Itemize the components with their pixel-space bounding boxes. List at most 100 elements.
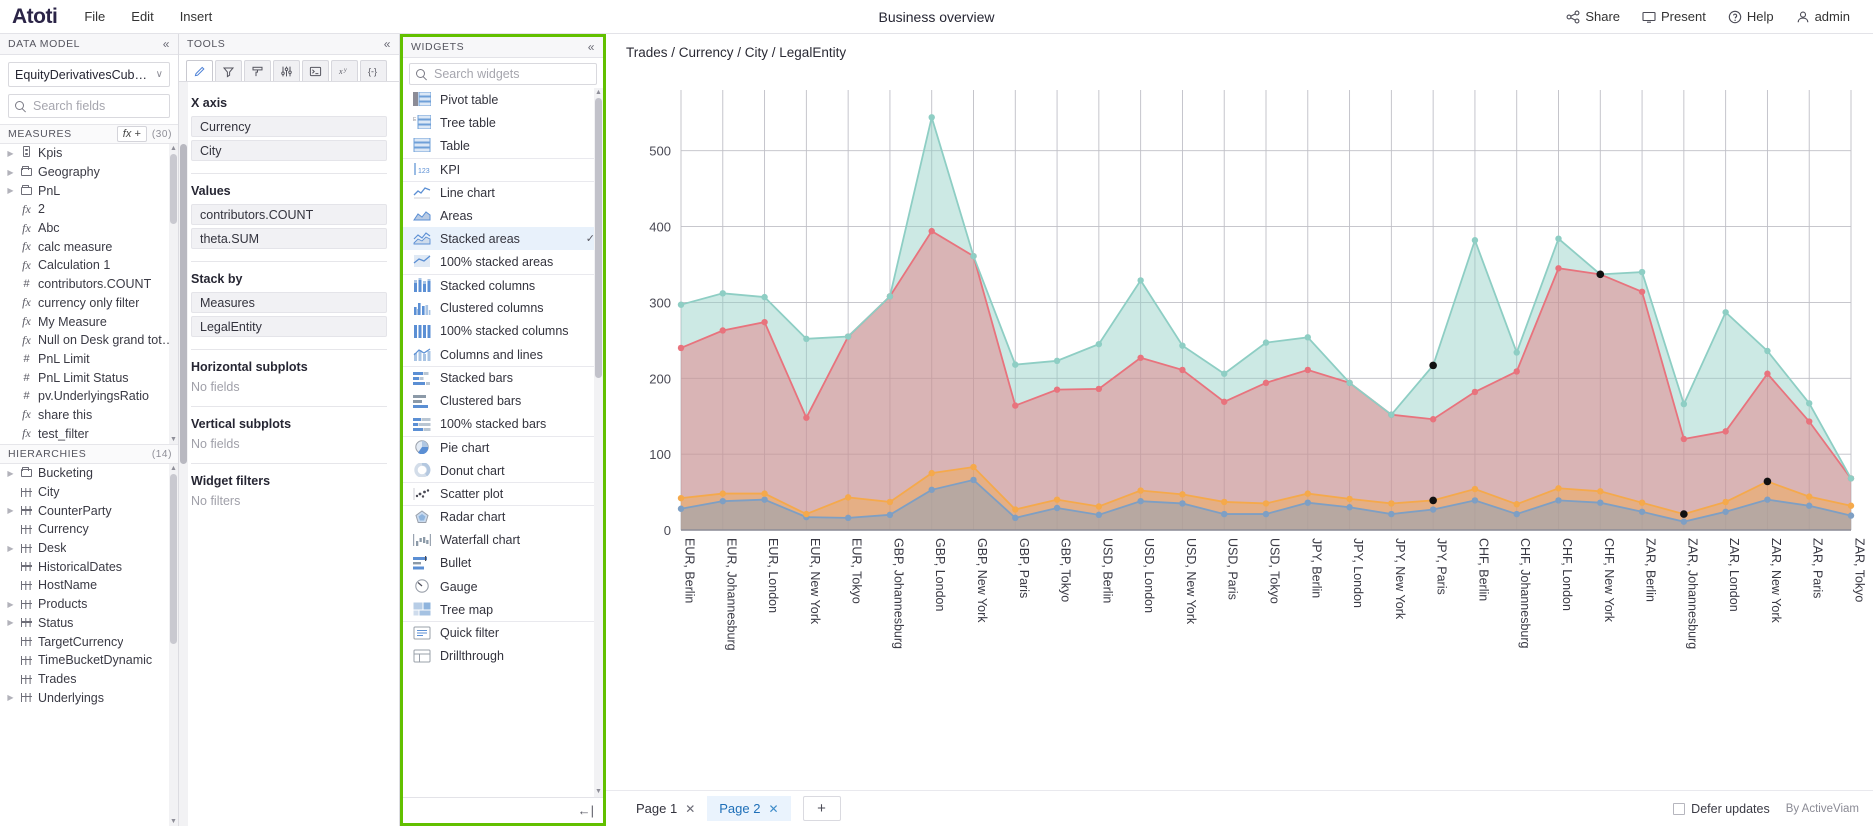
widget-item[interactable]: Pivot table (403, 88, 603, 111)
widget-item[interactable]: Clustered columns (403, 297, 603, 320)
close-icon[interactable]: ✕ (768, 802, 778, 816)
widget-item[interactable]: Stacked areas ✓ (403, 227, 603, 251)
field-chip[interactable]: Measures (191, 292, 387, 313)
measures-scrollbar-track[interactable]: ▲ ▼ (169, 144, 178, 444)
hierarchies-scrollbar-track[interactable]: ▲ ▼ (169, 464, 178, 826)
measure-item[interactable]: fx test_filter (0, 424, 178, 443)
widget-item[interactable]: Table (403, 134, 603, 157)
hierarchy-item[interactable]: ▶ Desk (0, 539, 178, 558)
close-icon[interactable]: ✕ (685, 802, 695, 816)
widget-item[interactable]: 123 KPI (403, 157, 603, 181)
menu-edit[interactable]: Edit (118, 0, 166, 34)
share-button[interactable]: Share (1555, 0, 1631, 34)
measure-item[interactable]: # PnL Limit Status (0, 368, 178, 387)
widget-item[interactable]: Line chart (403, 180, 603, 204)
widget-item[interactable]: Areas (403, 204, 603, 227)
page-tab-1[interactable]: Page 1 ✕ (624, 796, 707, 821)
checkbox-icon[interactable] (1673, 802, 1686, 815)
scroll-up-icon[interactable]: ▲ (169, 464, 178, 473)
user-menu-button[interactable]: admin (1785, 0, 1861, 34)
expand-arrow-icon[interactable]: ▶ (6, 693, 15, 702)
field-chip[interactable]: Currency (191, 116, 387, 137)
hierarchy-item[interactable]: ▶ Status (0, 614, 178, 633)
expand-arrow-icon[interactable]: ▶ (6, 600, 15, 609)
collapse-widgets-button[interactable]: « (588, 41, 595, 53)
measure-item[interactable]: ▶ Kpis (0, 144, 178, 163)
add-measure-button[interactable]: fx + (116, 126, 147, 142)
measure-item[interactable]: ▶ Geography (0, 163, 178, 182)
widgets-search-box[interactable] (409, 63, 597, 85)
collapse-data-model-button[interactable]: « (163, 38, 170, 50)
widget-item[interactable]: Pie chart (403, 435, 603, 459)
hierarchy-item[interactable]: HostName (0, 576, 178, 595)
hierarchy-item[interactable]: TimeBucketDynamic (0, 651, 178, 670)
search-fields-input[interactable] (31, 98, 163, 114)
search-fields-box[interactable] (8, 94, 170, 118)
widget-item[interactable]: 100% stacked areas (403, 250, 603, 273)
widget-item[interactable]: 100% stacked bars (403, 413, 603, 436)
measure-item[interactable]: fx 2 (0, 200, 178, 219)
tools-scrollbar-thumb[interactable] (180, 144, 187, 464)
hierarchies-scrollbar-thumb[interactable] (170, 474, 177, 644)
present-button[interactable]: Present (1631, 0, 1717, 34)
measure-item[interactable]: fx Abc (0, 219, 178, 238)
tools-scrollbar-track[interactable] (179, 82, 188, 826)
widget-item[interactable]: Quick filter (403, 621, 603, 644)
expression-tab[interactable]: {-} (360, 60, 387, 81)
hierarchy-item[interactable]: Trades (0, 670, 178, 689)
widget-item[interactable]: Bullet (403, 552, 603, 575)
hierarchy-item[interactable]: City (0, 483, 178, 502)
widget-item[interactable]: 100% stacked columns (403, 320, 603, 343)
widget-item[interactable]: Waterfall chart (403, 529, 603, 552)
field-chip[interactable]: contributors.COUNT (191, 204, 387, 225)
widget-item[interactable]: Stacked columns (403, 273, 603, 297)
widget-item[interactable]: Radar chart (403, 505, 603, 528)
expand-arrow-icon[interactable]: ▶ (6, 168, 15, 177)
expand-arrow-icon[interactable]: ▶ (6, 186, 15, 195)
scroll-down-icon[interactable]: ▼ (169, 435, 178, 444)
measure-item[interactable]: # pv.UnderlyingsRatio (0, 387, 178, 406)
hierarchy-item[interactable]: ▶ Bucketing (0, 464, 178, 483)
hierarchy-item[interactable]: TargetCurrency (0, 632, 178, 651)
expand-arrow-icon[interactable]: ▶ (6, 544, 15, 553)
mdx-tab[interactable]: xy (331, 60, 358, 81)
measure-item[interactable]: fx calc measure (0, 237, 178, 256)
widget-item[interactable]: Gauge (403, 575, 603, 598)
help-button[interactable]: Help (1717, 0, 1785, 34)
measure-item[interactable]: # PnL Limit (0, 350, 178, 369)
measures-scrollbar-thumb[interactable] (170, 154, 177, 224)
menu-insert[interactable]: Insert (167, 0, 226, 34)
widgets-list[interactable]: Pivot table E Tree table Table 123 KPI Line ch… (403, 88, 603, 797)
hierarchy-item[interactable]: ▶ CounterParty (0, 501, 178, 520)
widget-item[interactable]: Tree map (403, 598, 603, 621)
collapse-tools-button[interactable]: « (384, 38, 391, 50)
measure-item[interactable]: # contributors.COUNT (0, 275, 178, 294)
hierarchies-tree[interactable]: ▶ Bucketing City ▶ CounterParty Currency ▶ Desk… (0, 464, 178, 826)
chart-container[interactable]: 0 100 200 300 400 500 EUR, Berlin EUR, Johannes… (606, 70, 1873, 790)
measure-item[interactable]: fx share this (0, 406, 178, 425)
search-widgets-input[interactable] (432, 66, 590, 82)
style-tab[interactable] (244, 60, 271, 81)
add-page-button[interactable]: + (802, 796, 841, 821)
hierarchy-item[interactable]: ▶ Products (0, 595, 178, 614)
widgets-scrollbar-track[interactable]: ▲ ▼ (594, 88, 603, 797)
measure-item[interactable]: fx My Measure (0, 312, 178, 331)
filter-tab[interactable] (215, 60, 242, 81)
cube-selector[interactable]: EquityDerivativesCube - Ranc... ∨ (8, 62, 170, 87)
expand-arrow-icon[interactable]: ▶ (6, 149, 15, 158)
scroll-up-icon[interactable]: ▲ (169, 144, 178, 153)
expand-arrow-icon[interactable]: ▶ (6, 618, 15, 627)
field-chip[interactable]: City (191, 140, 387, 161)
defer-updates-toggle[interactable]: Defer updates (1673, 802, 1770, 816)
scroll-up-icon[interactable]: ▲ (594, 88, 603, 98)
measure-item[interactable]: ▶ PnL (0, 181, 178, 200)
widget-item[interactable]: Donut chart (403, 459, 603, 482)
scroll-down-icon[interactable]: ▼ (169, 817, 178, 826)
hierarchy-item[interactable]: Currency (0, 520, 178, 539)
hierarchy-item[interactable]: ▶ Underlyings (0, 688, 178, 707)
widget-item[interactable]: Scatter plot (403, 482, 603, 505)
console-tab[interactable] (302, 60, 329, 81)
stacked-area-chart[interactable]: 0 100 200 300 400 500 EUR, Berlin EUR, Johannes… (606, 70, 1871, 690)
widget-item[interactable]: Stacked bars (403, 366, 603, 389)
measures-tree[interactable]: ▶ Kpis ▶ Geography ▶ PnL fx 2 fx Abc fx calc measur… (0, 144, 178, 444)
